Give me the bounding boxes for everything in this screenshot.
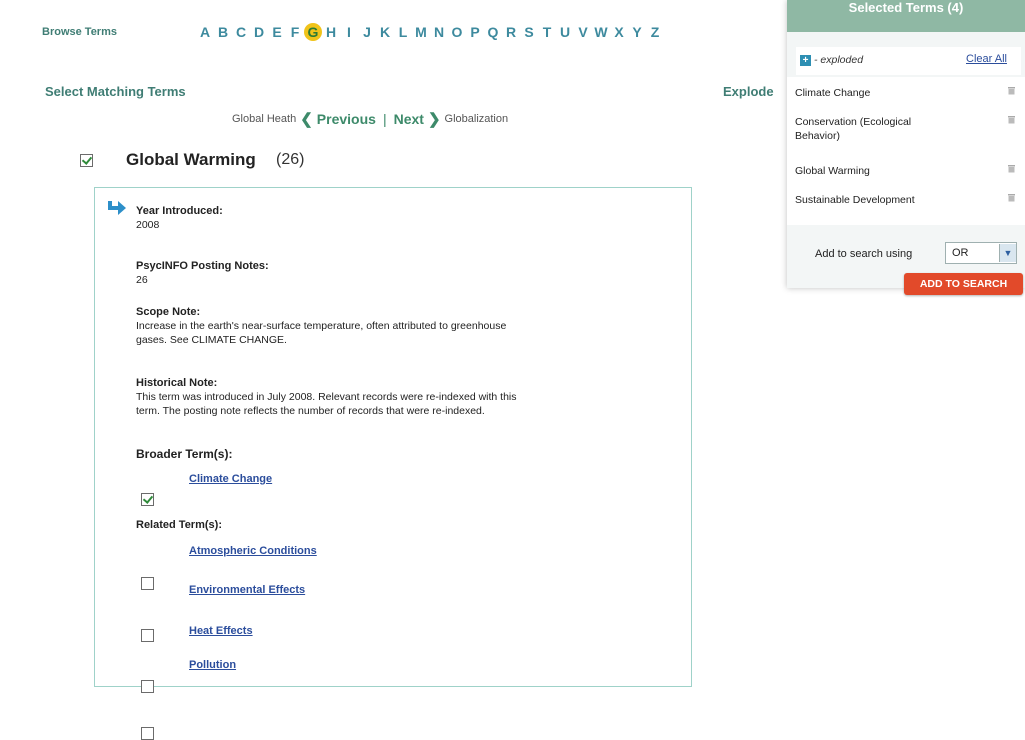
related-term-link[interactable]: Heat Effects (189, 625, 253, 637)
letter-link-w[interactable]: W (592, 22, 610, 42)
year-introduced-heading: Year Introduced: (136, 205, 223, 217)
chevron-down-icon[interactable]: ▼ (999, 244, 1016, 262)
letter-link-t[interactable]: T (538, 22, 556, 42)
letter-link-m[interactable]: M (412, 22, 430, 42)
letter-link-a[interactable]: A (196, 22, 214, 42)
selected-term-item: Global Warming (795, 165, 870, 177)
trash-icon[interactable] (1007, 86, 1016, 95)
letter-link-d[interactable]: D (250, 22, 268, 42)
chevron-left-icon[interactable]: ❮ (300, 110, 313, 128)
related-term-checkbox[interactable] (141, 680, 154, 693)
next-term-link[interactable]: Globalization (445, 113, 509, 125)
broader-term-link[interactable]: Climate Change (189, 473, 272, 485)
letter-link-r[interactable]: R (502, 22, 520, 42)
letter-link-p[interactable]: P (466, 22, 484, 42)
selected-term-item: Conservation (Ecological (795, 116, 912, 128)
selected-term-item: Sustainable Development (795, 194, 915, 206)
explode-column-label: Explode (723, 84, 774, 99)
previous-button[interactable]: Previous (317, 111, 376, 127)
related-term-checkbox[interactable] (141, 727, 154, 740)
trash-icon[interactable] (1007, 164, 1016, 173)
term-pager: Global Heath ❮ Previous | Next ❯ Globali… (232, 110, 508, 128)
letter-link-y[interactable]: Y (628, 22, 646, 42)
related-term-checkbox[interactable] (141, 577, 154, 590)
letter-link-j[interactable]: J (358, 22, 376, 42)
operator-value: OR (952, 247, 969, 259)
add-to-search-label: Add to search using (815, 248, 913, 260)
related-terms-heading: Related Term(s): (136, 519, 222, 531)
letter-link-q[interactable]: Q (484, 22, 502, 42)
selected-terms-header: Selected Terms (4) (787, 0, 1025, 32)
letter-link-v[interactable]: V (574, 22, 592, 42)
broader-terms-heading: Broader Term(s): (136, 447, 233, 461)
letter-link-o[interactable]: O (448, 22, 466, 42)
letter-link-g[interactable]: G (304, 23, 322, 41)
browse-terms-label: Browse Terms (42, 26, 117, 38)
term-title: Global Warming (126, 150, 256, 169)
select-matching-terms-label: Select Matching Terms (45, 84, 186, 99)
letter-link-k[interactable]: K (376, 22, 394, 42)
selected-terms-title: Selected Terms (4) (848, 0, 964, 15)
term-count: (26) (276, 151, 305, 168)
letter-link-s[interactable]: S (520, 22, 538, 42)
letter-link-u[interactable]: U (556, 22, 574, 42)
trash-icon[interactable] (1007, 115, 1016, 124)
historical-note-line-2: term. The posting note reflects the numb… (136, 405, 485, 417)
scope-note-line-2: gases. See CLIMATE CHANGE. (136, 334, 287, 346)
scope-note-heading: Scope Note: (136, 306, 201, 318)
broader-term-checkbox[interactable] (141, 493, 154, 506)
trash-icon[interactable] (1007, 193, 1016, 202)
historical-note-heading: Historical Note: (136, 377, 218, 389)
letter-link-x[interactable]: X (610, 22, 628, 42)
related-term-checkbox[interactable] (141, 629, 154, 642)
global-warming-checkbox[interactable] (80, 154, 93, 167)
letter-link-f[interactable]: F (286, 22, 304, 42)
letter-link-e[interactable]: E (268, 22, 286, 42)
letter-link-b[interactable]: B (214, 22, 232, 42)
letter-link-n[interactable]: N (430, 22, 448, 42)
scope-note-line-1: Increase in the earth's near-surface tem… (136, 320, 507, 332)
letter-link-h[interactable]: H (322, 22, 340, 42)
arrow-right-icon (108, 201, 126, 215)
chevron-right-icon[interactable]: ❯ (428, 110, 441, 128)
previous-term-link[interactable]: Global Heath (232, 113, 296, 125)
plus-icon: + (800, 55, 811, 66)
operator-select[interactable]: OR ▼ (945, 242, 1017, 264)
historical-note-line-1: This term was introduced in July 2008. R… (136, 391, 517, 403)
related-term-link[interactable]: Atmospheric Conditions (189, 545, 317, 557)
selected-term-item-continued: Behavior) (795, 130, 840, 142)
posting-notes-heading: PsycINFO Posting Notes: (136, 260, 269, 272)
letter-link-z[interactable]: Z (646, 22, 664, 42)
year-introduced-value: 2008 (136, 219, 160, 231)
next-button[interactable]: Next (394, 111, 424, 127)
alphabet-nav: ABCDEFGHIJKLMNOPQRSTUVWXYZ (196, 22, 664, 42)
letter-link-i[interactable]: I (340, 22, 358, 42)
selected-term-item: Climate Change (795, 87, 871, 99)
posting-notes-value: 26 (136, 274, 148, 286)
letter-link-l[interactable]: L (394, 22, 412, 42)
related-term-link[interactable]: Environmental Effects (189, 584, 305, 596)
related-term-link[interactable]: Pollution (189, 659, 236, 671)
letter-link-c[interactable]: C (232, 22, 250, 42)
clear-all-link[interactable]: Clear All (966, 53, 1007, 65)
add-to-search-button[interactable]: ADD TO SEARCH (904, 273, 1023, 295)
exploded-legend-text: - exploded (814, 54, 864, 66)
pager-separator: | (382, 111, 387, 127)
